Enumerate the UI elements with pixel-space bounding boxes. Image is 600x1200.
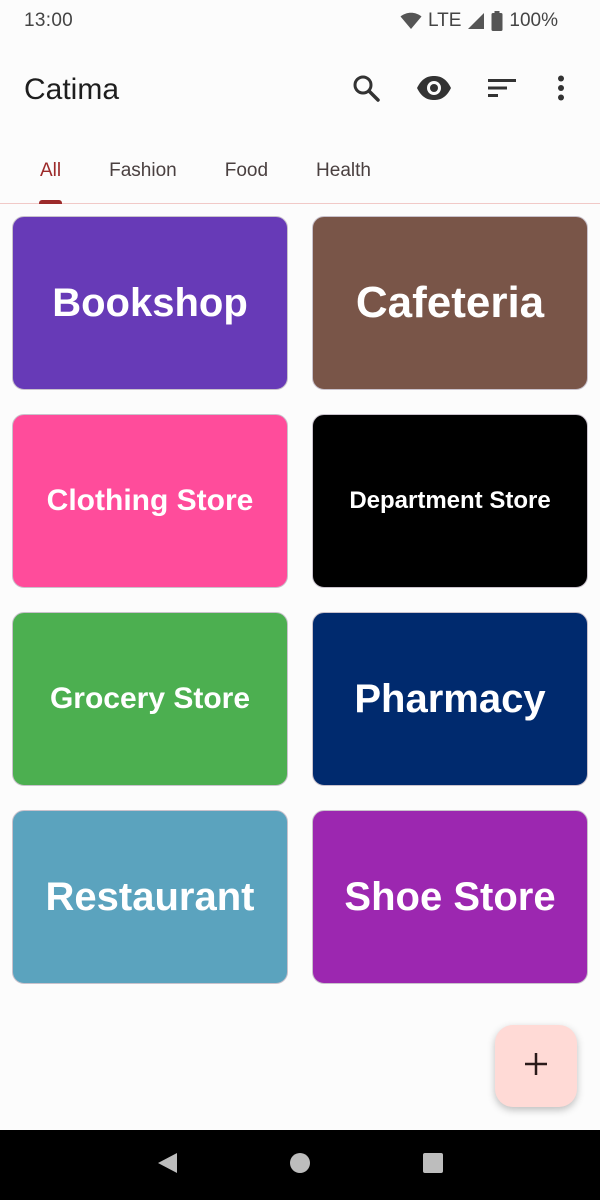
system-nav-bar [0, 1130, 600, 1200]
card-bookshop[interactable]: Bookshop [12, 216, 288, 390]
view-toggle-button[interactable] [406, 62, 462, 118]
group-tabs: All Fashion Food Health [0, 138, 600, 204]
tab-health[interactable]: Health [292, 138, 395, 203]
search-icon [351, 73, 381, 108]
sort-button[interactable] [474, 62, 530, 118]
battery-icon [491, 11, 503, 31]
card-grid: Bookshop Cafeteria Clothing Store Depart… [12, 216, 588, 984]
tab-fashion[interactable]: Fashion [85, 138, 201, 203]
more-options-button[interactable] [546, 62, 576, 118]
back-button[interactable] [137, 1135, 197, 1195]
tab-label: Health [316, 159, 371, 181]
wifi-icon [400, 12, 422, 30]
back-icon [155, 1151, 179, 1180]
tab-label: Fashion [109, 159, 177, 181]
home-icon [288, 1151, 312, 1180]
card-department-store[interactable]: Department Store [312, 414, 588, 588]
card-label: Cafeteria [355, 278, 545, 327]
home-button[interactable] [270, 1135, 330, 1195]
status-bar: 13:00 LTE 100% [0, 0, 600, 42]
recents-button[interactable] [403, 1135, 463, 1195]
card-cafeteria[interactable]: Cafeteria [312, 216, 588, 390]
card-shoe-store[interactable]: Shoe Store [312, 810, 588, 984]
add-card-button[interactable] [495, 1025, 577, 1107]
card-label: Pharmacy [354, 676, 546, 721]
tab-label: All [40, 159, 62, 181]
tab-all[interactable]: All [16, 138, 85, 204]
plus-icon [523, 1051, 549, 1082]
search-button[interactable] [338, 62, 394, 118]
card-label: Restaurant [45, 874, 255, 919]
card-pharmacy[interactable]: Pharmacy [312, 612, 588, 786]
tab-label: Food [224, 159, 269, 181]
recents-icon [421, 1151, 445, 1180]
battery-label: 100% [509, 10, 558, 31]
card-label: Shoe Store [344, 874, 556, 919]
eye-icon [416, 75, 452, 106]
card-label: Bookshop [52, 280, 248, 325]
status-time: 13:00 [24, 10, 74, 31]
status-indicators: LTE 100% [400, 10, 558, 32]
card-label: Clothing Store [46, 484, 254, 517]
card-grocery-store[interactable]: Grocery Store [12, 612, 288, 786]
signal-icon [467, 12, 485, 30]
card-clothing-store[interactable]: Clothing Store [12, 414, 288, 588]
network-label: LTE [427, 10, 462, 31]
app-bar: Catima [0, 42, 600, 138]
more-vert-icon [557, 75, 565, 106]
card-restaurant[interactable]: Restaurant [12, 810, 288, 984]
sort-icon [487, 77, 517, 104]
screen: 13:00 LTE 100% Catima All Fashion Food H… [0, 0, 600, 1200]
app-title: Catima [24, 73, 120, 106]
card-label: Grocery Store [49, 682, 251, 715]
tab-food[interactable]: Food [201, 138, 292, 203]
card-label: Department Store [349, 487, 551, 514]
app-actions [326, 62, 576, 118]
